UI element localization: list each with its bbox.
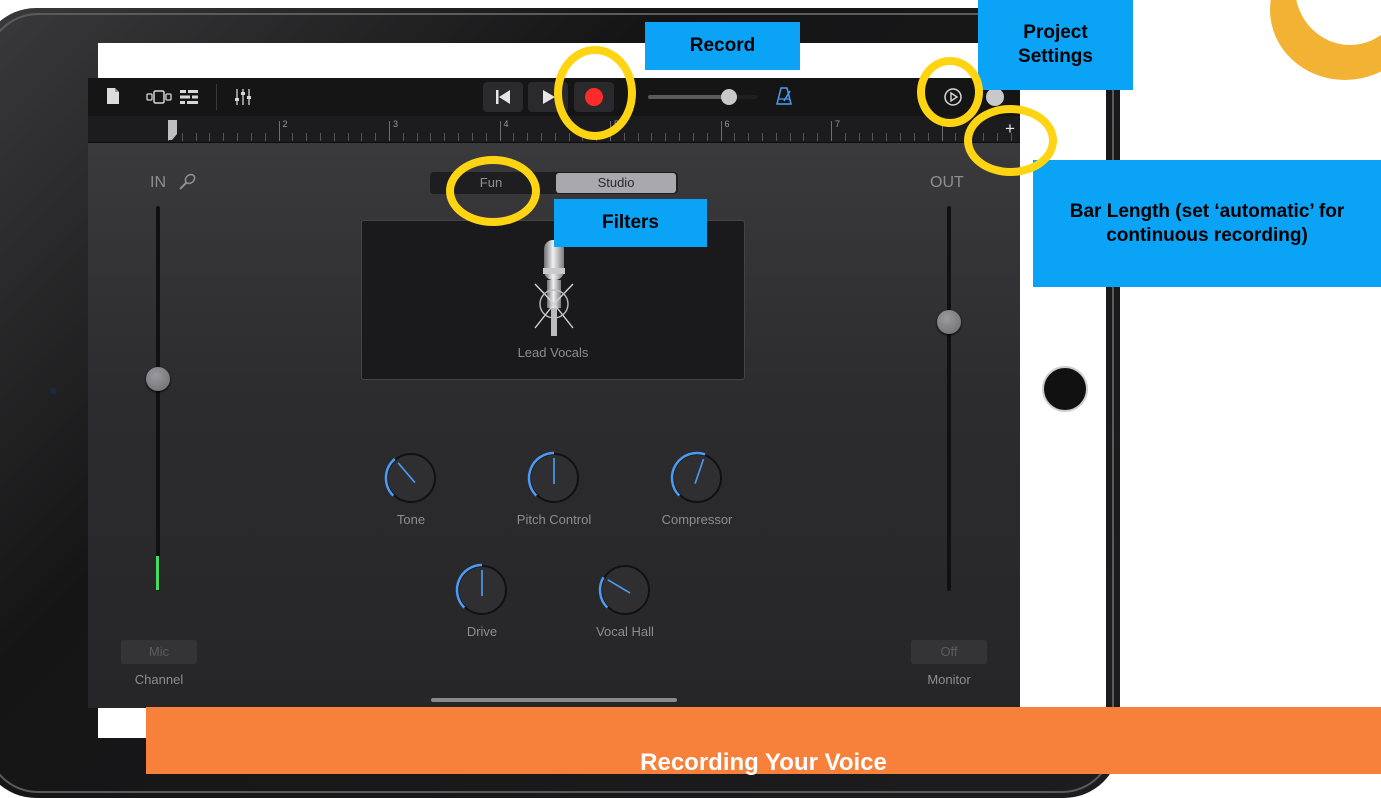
knob-tone[interactable] [383, 450, 437, 504]
knob-pitch-control[interactable] [526, 450, 580, 504]
filters-callout: Filters [554, 199, 707, 247]
record-callout: Record [645, 22, 800, 70]
project-settings-callout: Project Settings [978, 0, 1133, 90]
knob-compressor[interactable] [669, 450, 723, 504]
knob-vocal-hall[interactable] [597, 562, 651, 616]
home-button[interactable] [1042, 366, 1088, 412]
bar-length-highlight-ring [964, 105, 1057, 176]
knob-label: Compressor [661, 512, 733, 527]
record-highlight-ring [554, 46, 636, 140]
garageband-app: 12345678 + IN Mic Channel OUT Off Monito… [88, 78, 1020, 708]
knob-drive[interactable] [454, 562, 508, 616]
knob-label: Drive [466, 624, 498, 639]
bar-length-callout: Bar Length (set ‘automatic’ for continuo… [1033, 160, 1381, 287]
home-indicator [431, 698, 677, 702]
filters-highlight-ring [446, 156, 540, 226]
knob-label: Pitch Control [516, 512, 592, 527]
settings-highlight-ring [917, 57, 983, 127]
knob-label: Vocal Hall [596, 624, 654, 639]
camera [50, 388, 56, 394]
effects-knobs: Tone Pitch Control Compressor Drive Vocal Ha… [88, 78, 1020, 708]
knob-label: Tone [396, 512, 426, 527]
